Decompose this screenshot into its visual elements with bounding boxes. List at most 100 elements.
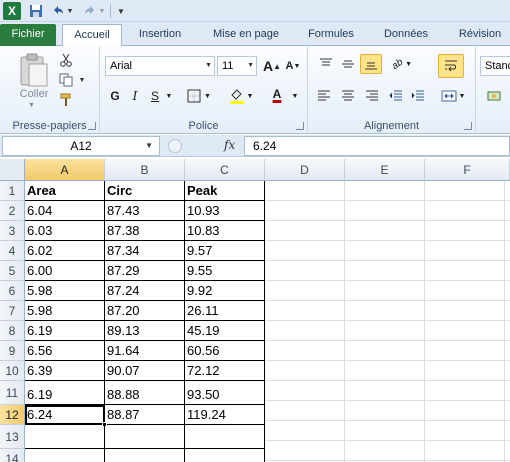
increase-indent-icon[interactable] <box>408 86 428 106</box>
tab-file[interactable]: Fichier <box>0 24 56 46</box>
column-header-a[interactable]: A <box>25 159 105 181</box>
cell[interactable]: 119.24 <box>185 405 265 425</box>
cell[interactable]: 6.56 <box>25 341 105 361</box>
cell[interactable]: 6.04 <box>25 201 105 221</box>
cut-icon[interactable] <box>58 52 74 68</box>
font-color-dropdown-icon[interactable]: ▼ <box>290 86 300 106</box>
copy-icon[interactable] <box>58 72 74 88</box>
cell[interactable]: 10.83 <box>185 221 265 241</box>
cell[interactable]: 72.12 <box>185 361 265 381</box>
align-center-icon[interactable] <box>338 86 358 106</box>
chevron-down-icon[interactable]: ▼ <box>205 57 212 75</box>
cell[interactable]: 90.07 <box>105 361 185 381</box>
column-header-d[interactable]: D <box>265 159 345 181</box>
column-header-c[interactable]: C <box>185 159 265 181</box>
grow-font-button[interactable]: A ▲ <box>262 56 282 76</box>
cell-header[interactable]: Peak <box>185 181 265 201</box>
undo-icon[interactable] <box>50 2 66 20</box>
row-header[interactable]: 13 <box>0 425 25 449</box>
row-header[interactable]: 2 <box>0 201 25 221</box>
cell[interactable]: 9.55 <box>185 261 265 281</box>
tab-insert[interactable]: Insertion <box>130 24 190 46</box>
insert-function-button[interactable]: fx <box>224 138 235 152</box>
cell[interactable] <box>105 449 185 462</box>
merge-center-icon[interactable]: ▼ <box>438 86 468 106</box>
redo-icon[interactable] <box>82 2 98 20</box>
cell[interactable] <box>25 449 105 462</box>
cell[interactable]: 9.57 <box>185 241 265 261</box>
alignment-launcher-icon[interactable] <box>464 122 472 130</box>
cell[interactable]: 6.02 <box>25 241 105 261</box>
copy-dropdown-icon[interactable]: ▼ <box>74 72 90 88</box>
row-header[interactable]: 14 <box>0 449 25 462</box>
tab-review[interactable]: Révision <box>450 24 510 46</box>
chevron-down-icon[interactable]: ▼ <box>116 2 126 20</box>
clipboard-launcher-icon[interactable] <box>88 122 96 130</box>
format-painter-icon[interactable] <box>58 92 74 108</box>
currency-icon[interactable] <box>482 86 508 106</box>
row-header[interactable]: 10 <box>0 361 25 381</box>
tab-data[interactable]: Données <box>376 24 436 46</box>
font-name-combo[interactable]: Arial ▼ <box>105 56 215 76</box>
italic-button[interactable]: I <box>126 86 144 106</box>
shrink-font-button[interactable]: A ▼ <box>284 56 302 76</box>
number-format-combo[interactable]: Stand <box>480 56 510 76</box>
column-header-e[interactable]: E <box>345 159 425 181</box>
borders-icon[interactable]: ▼ <box>184 86 214 106</box>
cell[interactable]: 87.43 <box>105 201 185 221</box>
cell[interactable]: 45.19 <box>185 321 265 341</box>
cell[interactable]: 5.98 <box>25 281 105 301</box>
row-header[interactable]: 12 <box>0 405 25 425</box>
row-header[interactable]: 5 <box>0 261 25 281</box>
row-header[interactable]: 3 <box>0 221 25 241</box>
tab-formulas[interactable]: Formules <box>300 24 362 46</box>
align-bottom-button[interactable] <box>360 54 382 74</box>
cell[interactable]: 89.13 <box>105 321 185 341</box>
underline-dropdown-icon[interactable]: ▼ <box>164 86 174 106</box>
wrap-text-button[interactable] <box>438 54 464 78</box>
tab-page-layout[interactable]: Mise en page <box>204 24 288 46</box>
paste-dropdown-icon[interactable]: ▼ <box>28 102 35 109</box>
cell[interactable]: 9.92 <box>185 281 265 301</box>
cell-header[interactable]: Area <box>25 181 105 201</box>
cell[interactable]: 87.38 <box>105 221 185 241</box>
name-box[interactable]: A12 ▼ <box>2 136 160 156</box>
cell[interactable]: 6.00 <box>25 261 105 281</box>
column-header-f[interactable]: F <box>425 159 510 181</box>
cell[interactable]: 87.24 <box>105 281 185 301</box>
orientation-icon[interactable]: ab ▼ <box>388 54 416 74</box>
cell[interactable]: 10.93 <box>185 201 265 221</box>
align-left-icon[interactable] <box>314 86 334 106</box>
row-header[interactable]: 4 <box>0 241 25 261</box>
formula-input[interactable]: 6.24 <box>244 136 510 156</box>
cell[interactable]: 91.64 <box>105 341 185 361</box>
row-header[interactable]: 1 <box>0 181 25 201</box>
font-size-combo[interactable]: 11 ▼ <box>217 56 257 76</box>
column-header-b[interactable]: B <box>105 159 185 181</box>
cell[interactable]: 88.87 <box>105 405 185 425</box>
decrease-indent-icon[interactable] <box>386 86 406 106</box>
bold-button[interactable]: G <box>106 86 124 106</box>
row-header[interactable]: 8 <box>0 321 25 341</box>
formula-bar-splitter[interactable] <box>168 139 182 153</box>
cell[interactable]: 87.20 <box>105 301 185 321</box>
save-icon[interactable] <box>28 2 44 20</box>
row-header[interactable]: 6 <box>0 281 25 301</box>
redo-dropdown-icon[interactable]: ▼ <box>98 2 106 20</box>
cell[interactable]: 26.11 <box>185 301 265 321</box>
chevron-down-icon[interactable]: ▼ <box>145 137 153 155</box>
cell[interactable]: 6.19 <box>25 381 105 405</box>
cell[interactable] <box>185 425 265 449</box>
cell[interactable] <box>105 425 185 449</box>
active-cell[interactable]: 6.24 <box>25 405 105 425</box>
paste-icon[interactable] <box>16 52 50 88</box>
excel-icon[interactable]: X <box>3 2 21 20</box>
align-middle-icon[interactable] <box>338 54 358 74</box>
cell[interactable]: 88.88 <box>105 381 185 405</box>
cell[interactable] <box>25 425 105 449</box>
font-color-button[interactable]: A <box>260 84 294 104</box>
row-header[interactable]: 7 <box>0 301 25 321</box>
cell[interactable] <box>185 449 265 462</box>
align-top-icon[interactable] <box>316 54 336 74</box>
tab-home[interactable]: Accueil <box>62 24 122 47</box>
